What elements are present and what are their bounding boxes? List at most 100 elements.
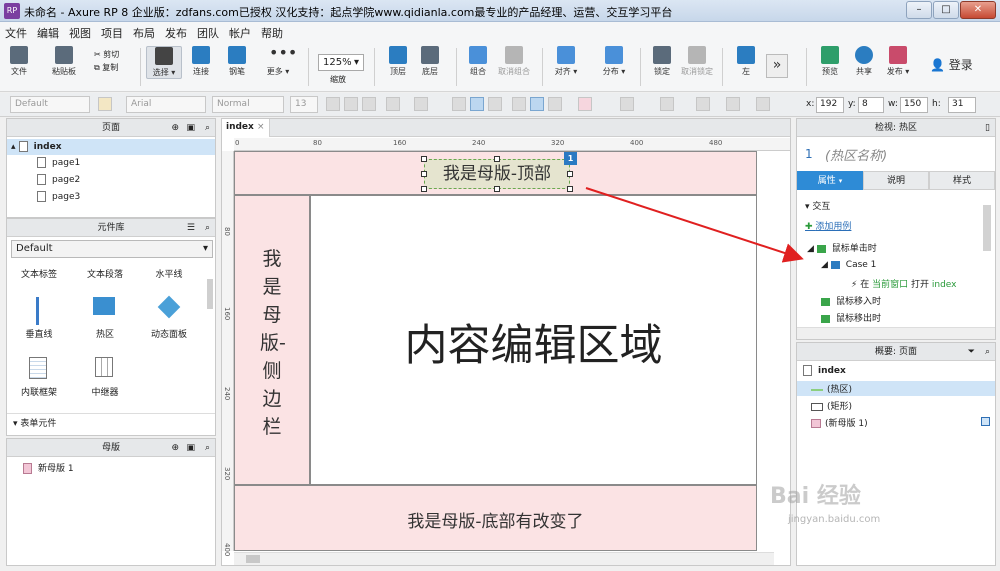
x-input[interactable]: 192 [816, 97, 844, 113]
outline-item-rectangle[interactable]: (矩形) [811, 399, 852, 412]
cut-button[interactable]: ✂ 剪切 [94, 48, 119, 61]
font-select[interactable]: Arial [126, 96, 206, 113]
lock-button[interactable]: 锁定 [644, 46, 680, 77]
align-left-button[interactable]: 左 [728, 46, 764, 77]
widget-hotspot[interactable]: 热区 [75, 327, 135, 340]
page-item-page2[interactable]: page2 [37, 174, 80, 185]
resize-handle[interactable] [421, 156, 427, 162]
distribute-button[interactable]: 分布 ▾ [596, 46, 632, 77]
event-mouse-enter[interactable]: 鼠标移入时 [821, 294, 881, 307]
outline-item-hotspot[interactable]: (热区) [797, 381, 995, 396]
resize-handle[interactable] [421, 186, 427, 192]
search-icon[interactable]: ⌕ [985, 343, 990, 361]
tab-properties[interactable]: 属性 ▾ [797, 171, 863, 190]
menu-project[interactable]: 项目 [96, 22, 128, 42]
bring-to-top-button[interactable]: 顶层 [380, 46, 416, 77]
pen-tool[interactable]: 钢笔 [220, 46, 254, 77]
filter-icon[interactable]: ⏷ [968, 343, 975, 361]
align-button[interactable]: 对齐 ▾ [548, 46, 584, 77]
bullet-button[interactable] [414, 97, 428, 111]
h-input[interactable]: 31 [948, 97, 976, 113]
menu-view[interactable]: 视图 [64, 22, 96, 42]
preview-button[interactable]: 预览 [812, 46, 848, 77]
inspector-scrollbar[interactable] [983, 205, 991, 251]
event-mouse-leave[interactable]: 鼠标移出时 [821, 311, 881, 324]
search-icon[interactable]: ⌕ [205, 219, 210, 237]
align-right-text-button[interactable] [488, 97, 502, 111]
page-item-page1[interactable]: page1 [37, 157, 80, 168]
style-manage-icon[interactable] [98, 97, 112, 111]
close-button[interactable]: ✕ [960, 1, 996, 19]
share-button[interactable]: 共享 [846, 46, 882, 77]
outline-root[interactable]: index [803, 365, 846, 376]
resize-handle[interactable] [421, 171, 427, 177]
style-select[interactable]: Default [10, 96, 90, 113]
line-style-button[interactable] [726, 97, 740, 111]
add-folder-icon[interactable]: ▣ [186, 439, 195, 457]
shadow-button[interactable] [620, 97, 634, 111]
font-size-select[interactable]: 13 [290, 96, 318, 113]
hotspot-name-input[interactable]: (热区名称) [825, 145, 985, 164]
resize-handle[interactable] [567, 171, 573, 177]
master-break-icon[interactable] [981, 417, 990, 426]
library-select[interactable]: Default ▾ [11, 240, 213, 258]
bold-button[interactable] [326, 97, 340, 111]
copy-button[interactable]: ⧉ 复制 [94, 61, 119, 74]
scroll-thumb[interactable] [246, 555, 260, 563]
valign-top-button[interactable] [512, 97, 526, 111]
arrow-style-button[interactable] [756, 97, 770, 111]
font-weight-select[interactable]: Normal [212, 96, 284, 113]
add-folder-icon[interactable]: ▣ [186, 119, 195, 137]
widget-vertical-line[interactable]: 垂直线 [9, 327, 69, 340]
valign-bottom-button[interactable] [548, 97, 562, 111]
resize-handle[interactable] [567, 186, 573, 192]
font-color-button[interactable] [386, 97, 400, 111]
menu-layout[interactable]: 布局 [128, 22, 160, 42]
outline-item-master[interactable]: (新母版 1) [811, 416, 868, 429]
add-master-icon[interactable]: ⊕ [171, 439, 179, 457]
event-onclick[interactable]: ◢ 鼠标单击时 [807, 241, 877, 254]
zoom-select[interactable]: 125% ▾ [318, 54, 364, 71]
line-color-button[interactable] [660, 97, 674, 111]
widget-text-paragraph[interactable]: 文本段落 [75, 267, 135, 280]
resize-handle[interactable] [494, 156, 500, 162]
expand-toolbar-button[interactable]: » [766, 54, 788, 78]
resize-handle[interactable] [494, 186, 500, 192]
y-input[interactable]: 8 [858, 97, 884, 113]
paste-button[interactable]: 粘贴板 [38, 46, 90, 77]
fill-color-button[interactable] [578, 97, 592, 111]
file-button[interactable]: 文件 [2, 46, 36, 77]
tab-notes[interactable]: 说明 [863, 171, 929, 190]
widget-repeater[interactable]: 中继器 [75, 385, 135, 398]
case-1[interactable]: ◢ Case 1 [821, 260, 876, 270]
horizontal-scrollbar[interactable] [234, 552, 774, 565]
menu-help[interactable]: 帮助 [256, 22, 288, 42]
tab-index[interactable]: index × [222, 119, 270, 137]
widget-horizontal-line[interactable]: 水平线 [139, 267, 199, 280]
widget-text-label[interactable]: 文本标签 [9, 267, 69, 280]
w-input[interactable]: 150 [900, 97, 928, 113]
align-center-text-button[interactable] [470, 97, 484, 111]
underline-button[interactable] [362, 97, 376, 111]
widget-inline-frame[interactable]: 内联框架 [9, 385, 69, 398]
page-item-index[interactable]: ▴ index [7, 139, 215, 155]
master-item[interactable]: 新母版 1 [23, 461, 74, 474]
menu-account[interactable]: 帐户 [224, 22, 256, 42]
add-page-icon[interactable]: ⊕ [171, 119, 179, 137]
unlock-button[interactable]: 取消锁定 [676, 46, 718, 77]
menu-edit[interactable]: 编辑 [32, 22, 64, 42]
design-surface[interactable]: 我是母版-顶部 1 我是母版-侧边栏 内容编辑区域 我是母版-底部有改变了 [234, 151, 774, 551]
interactions-section[interactable]: ▾ 交互 [805, 199, 830, 212]
menu-file[interactable]: 文件 [0, 22, 32, 42]
ungroup-button[interactable]: 取消组合 [494, 46, 534, 77]
search-icon[interactable]: ⌕ [205, 439, 210, 457]
connect-tool[interactable]: 连接 [184, 46, 218, 77]
minimize-button[interactable]: – [906, 1, 932, 19]
send-to-bottom-button[interactable]: 底层 [412, 46, 448, 77]
page-item-page3[interactable]: page3 [37, 191, 80, 202]
italic-button[interactable] [344, 97, 358, 111]
form-widgets-section[interactable]: ▾ 表单元件 [7, 413, 215, 429]
group-button[interactable]: 组合 [460, 46, 496, 77]
more-tools[interactable]: ••• 更多 ▾ [258, 45, 298, 77]
menu-publish[interactable]: 发布 [160, 22, 192, 42]
